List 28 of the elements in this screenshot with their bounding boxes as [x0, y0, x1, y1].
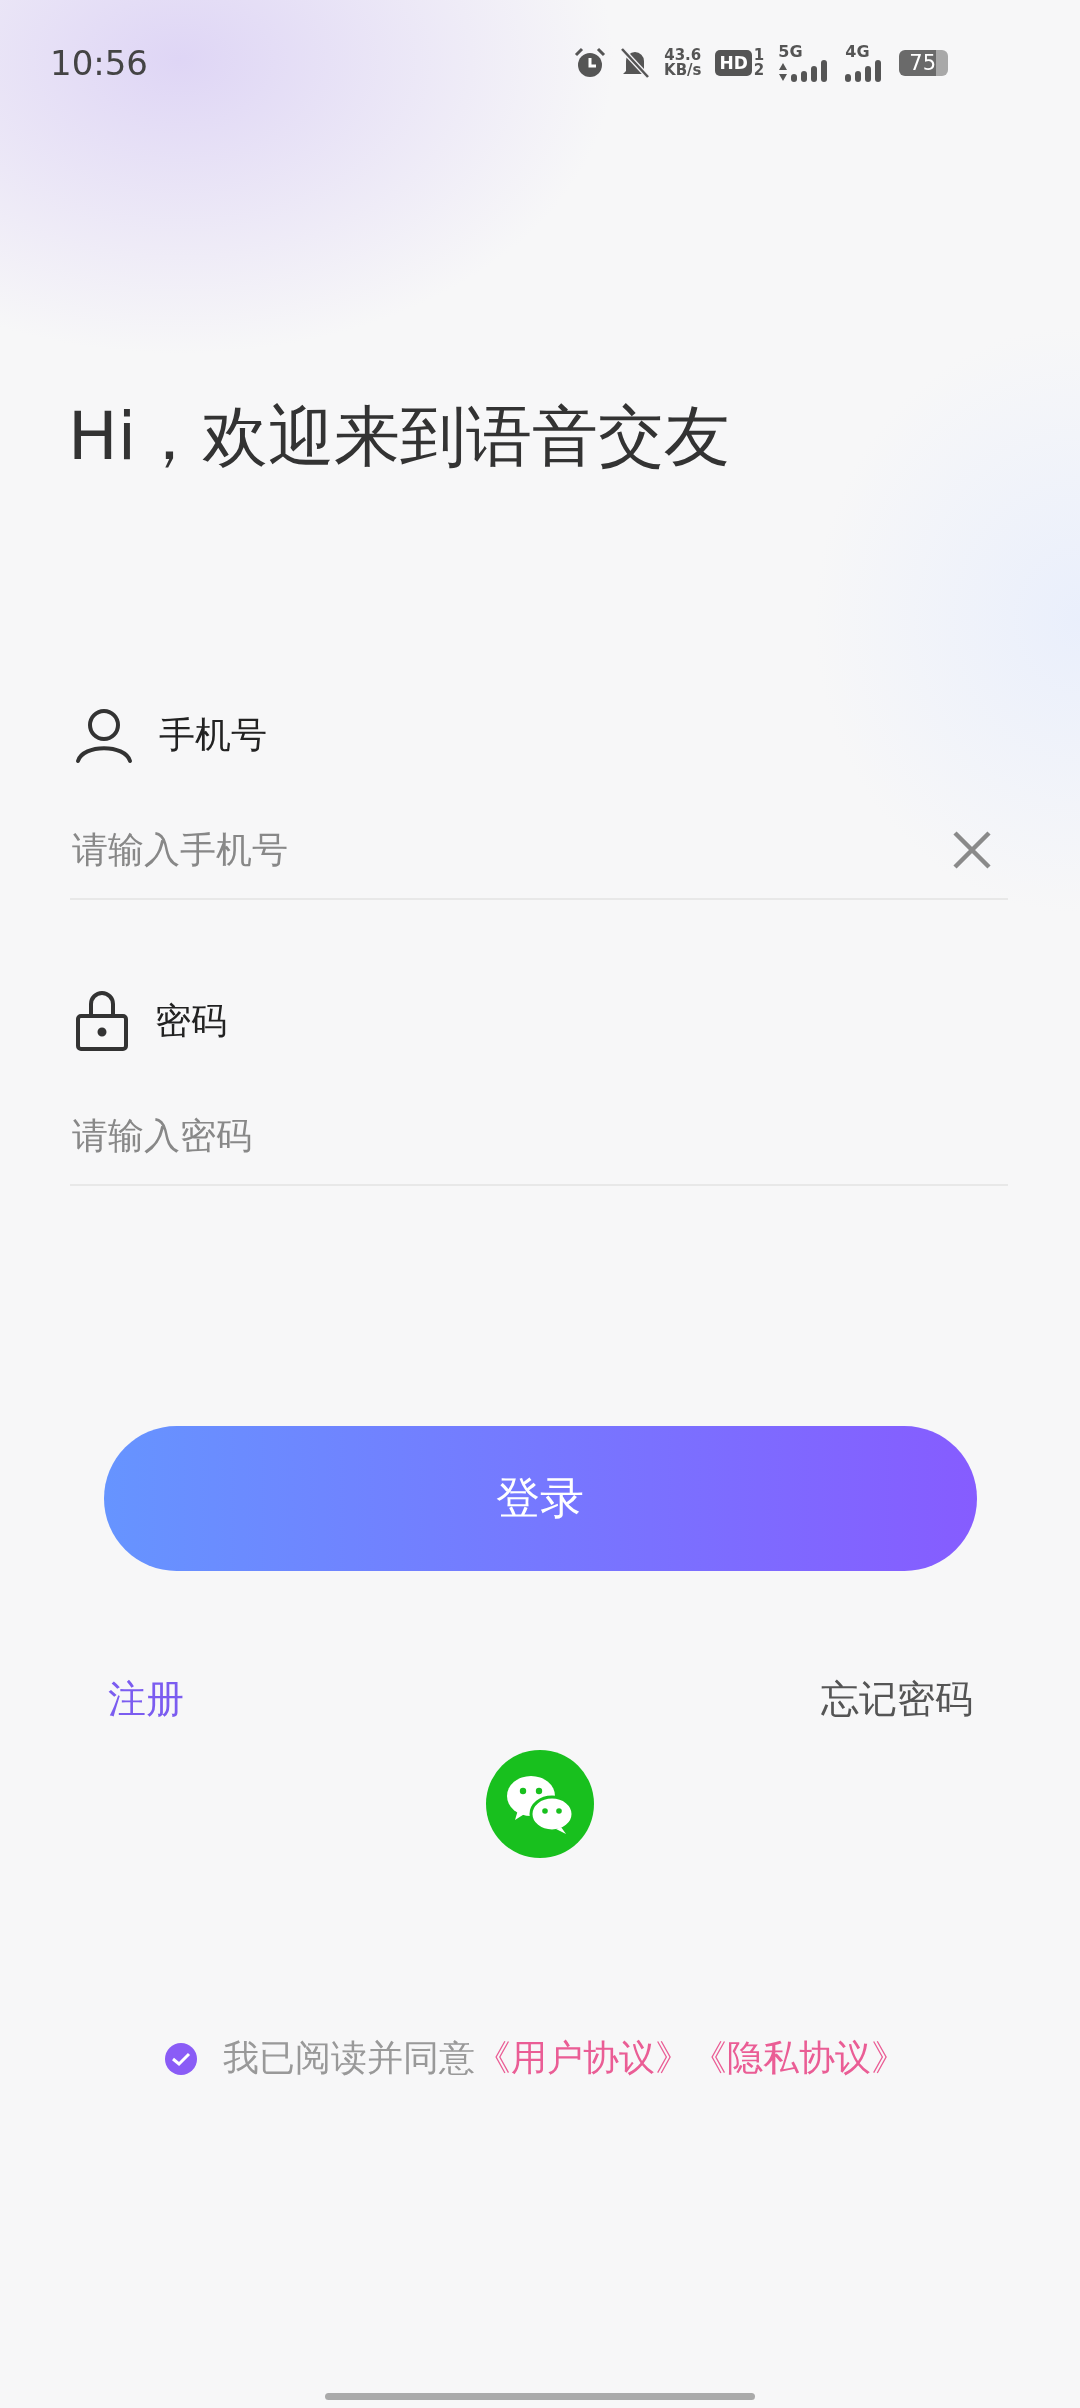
phone-input-field[interactable]: 请输入手机号 — [70, 800, 1008, 900]
welcome-title: Hi，欢迎来到语音交友 — [68, 397, 731, 477]
status-time: 10:56 — [50, 43, 148, 83]
agreement-link[interactable]: 《隐私协议》 — [691, 2037, 907, 2078]
agreement-text: 我已阅读并同意《用户协议》《隐私协议》 — [223, 2036, 907, 2080]
lock-icon — [75, 990, 129, 1052]
agreement-checkbox[interactable] — [165, 2042, 197, 2075]
data-arrows-icon — [778, 62, 789, 82]
network-speed-unit: KB/s — [664, 63, 702, 78]
field-label: 手机号 — [159, 712, 267, 757]
forgot-password-link[interactable]: 忘记密码 — [821, 1673, 973, 1725]
sim-slot-number: 1 — [753, 48, 765, 63]
network-speed-value: 43.6 — [664, 48, 702, 63]
alarm-icon — [574, 47, 606, 79]
person-icon — [75, 706, 133, 764]
network-type-label: 4G — [845, 44, 870, 60]
clear-icon[interactable] — [952, 830, 992, 870]
register-link[interactable]: 注册 — [108, 1673, 184, 1725]
login-button[interactable]: 登录 — [103, 1426, 977, 1571]
agreement-link[interactable]: 《用户协议》 — [475, 2037, 691, 2078]
password-input-field[interactable]: 请输入密码 — [70, 1086, 1008, 1186]
sim-slot-number: 2 — [753, 63, 765, 78]
field-label: 密码 — [155, 998, 227, 1043]
wechat-button[interactable] — [486, 1750, 594, 1858]
battery-level: 75 — [899, 50, 948, 76]
hd-badge: HD — [715, 50, 752, 76]
bell-off-icon — [620, 47, 650, 79]
network-type-label: 5G — [778, 44, 803, 60]
